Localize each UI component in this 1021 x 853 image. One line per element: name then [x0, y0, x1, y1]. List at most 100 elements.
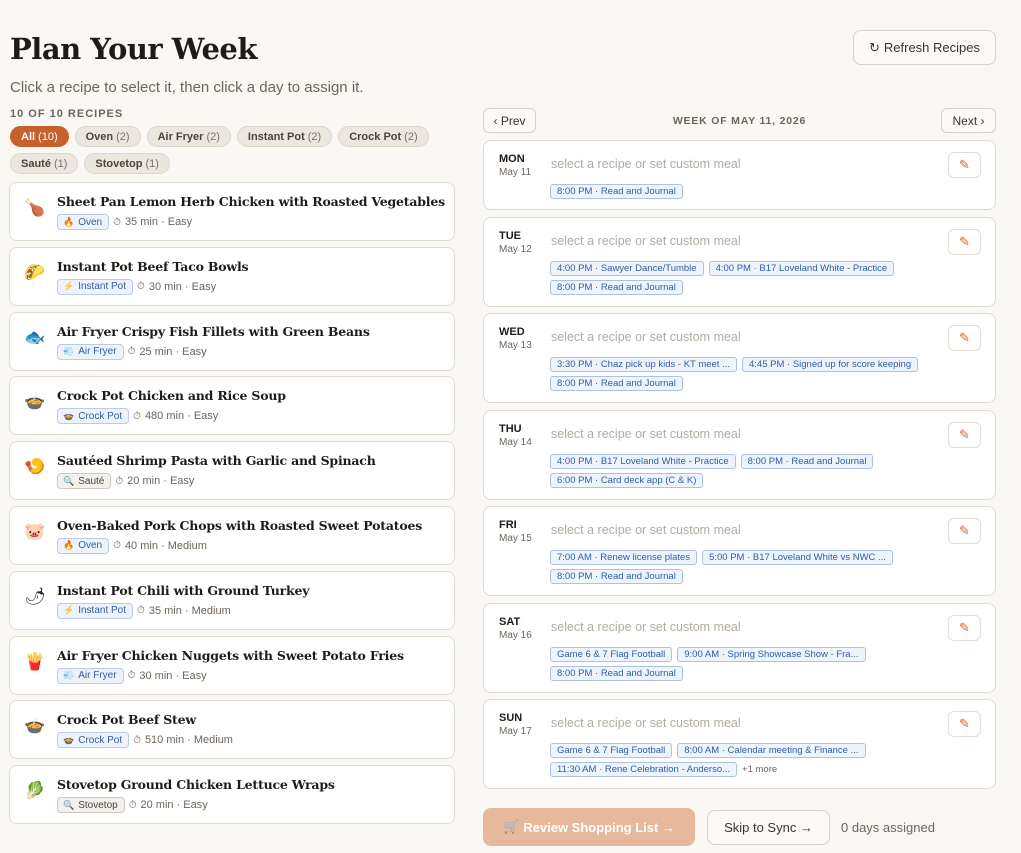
recipe-card[interactable]: 🥬 Stovetop Ground Chicken Lettuce Wraps 🔍 S… [9, 765, 455, 825]
filter-chip-all[interactable]: All (10) [10, 126, 69, 147]
method-tag: 🔍 Stovetop [57, 797, 125, 814]
recipe-time-difficulty: 20 min · Easy [140, 799, 208, 812]
recipe-card[interactable]: 🍟 Air Fryer Chicken Nuggets with Sweet Po… [9, 635, 455, 695]
recipe-time-difficulty: 20 min · Easy [127, 475, 195, 488]
filter-chip-count: (2) [307, 130, 322, 143]
meal-placeholder[interactable]: select a recipe or set custom meal [551, 157, 741, 171]
clock-icon: ⏱ [127, 346, 136, 358]
filter-chips: All (10) Oven (2) Air Fryer (2) Instant Pot (2)… [10, 126, 450, 174]
day-events: 3:30 PM · Chaz pick up kids - KT meet ..… [550, 357, 950, 391]
recipe-card[interactable]: 🍲 Crock Pot Chicken and Rice Soup 🍲 Crock P… [9, 376, 455, 436]
recipe-time-difficulty: 35 min · Easy [124, 216, 193, 228]
method-tag: 💨 Air Fryer [57, 667, 124, 684]
method-label: Instant Pot [78, 281, 127, 293]
recipe-time-difficulty: 30 min · Easy [148, 280, 217, 293]
method-label: Stovetop [78, 799, 118, 811]
method-tag: 💨 Air Fryer [57, 343, 124, 360]
shrimp-icon: 🍤 [24, 457, 46, 477]
pencil-icon: ✎ [959, 619, 970, 635]
recipe-name: Air Fryer Crispy Fish Fillets with Green… [57, 323, 370, 339]
meal-placeholder[interactable]: select a recipe or set custom meal [551, 523, 741, 537]
page-title: Plan Your Week [10, 32, 257, 66]
chili-pepper-icon: 🌶 [24, 586, 46, 606]
edit-meal-button[interactable]: ✎ [948, 152, 981, 178]
day-events: 4:00 PM · B17 Loveland White - Practice 8… [550, 453, 950, 488]
recipe-meta: ⚡ Instant Pot ⏱ 30 min · Easy [57, 278, 217, 295]
day-name: TUE [499, 229, 521, 242]
recipe-meta: 🔍 Stovetop ⏱ 20 min · Easy [57, 797, 208, 814]
method-tag: 🍲 Crock Pot [57, 408, 130, 425]
recipe-card[interactable]: 🌶 Instant Pot Chili with Ground Turkey ⚡ In… [9, 570, 455, 630]
meal-placeholder[interactable]: select a recipe or set custom meal [551, 716, 741, 730]
day-name: MON [499, 153, 525, 165]
fish-icon: 🐟 [24, 327, 46, 347]
calendar-event: 9:00 AM · Spring Showcase Show - Fra... [677, 646, 866, 662]
filter-chip-saut-[interactable]: Sauté (1) [10, 153, 79, 174]
filter-chip-crock-pot[interactable]: Crock Pot (2) [338, 126, 429, 147]
filter-chip-instant-pot[interactable]: Instant Pot (2) [236, 126, 333, 147]
calendar-event: 4:00 PM · Sawyer Dance/Tumble [550, 260, 704, 276]
edit-meal-button[interactable]: ✎ [948, 614, 981, 641]
edit-meal-button[interactable]: ✎ [948, 518, 981, 544]
recipe-card[interactable]: 🐷 Oven-Baked Pork Chops with Roasted Swee… [9, 505, 455, 565]
recipe-card[interactable]: 🐟 Air Fryer Crispy Fish Fillets with Gree… [9, 311, 455, 371]
day-card-sun[interactable]: SUN May 17 select a recipe or set custom m… [483, 699, 996, 789]
filter-chip-label: Sauté [21, 157, 51, 170]
day-card-thu[interactable]: THU May 14 select a recipe or set custom m… [483, 409, 996, 500]
filter-chip-oven[interactable]: Oven (2) [74, 126, 141, 147]
method-label: Air Fryer [78, 670, 117, 682]
day-card-mon[interactable]: MON May 11 select a recipe or set custom m… [483, 140, 996, 210]
pencil-icon: ✎ [959, 330, 970, 345]
day-name: SUN [499, 712, 523, 724]
day-date: May 13 [499, 340, 532, 351]
clock-icon: ⏱ [137, 281, 145, 293]
pencil-icon: ✎ [959, 523, 970, 538]
meal-placeholder[interactable]: select a recipe or set custom meal [551, 234, 741, 248]
pencil-icon: ✎ [959, 157, 970, 172]
edit-meal-button[interactable]: ✎ [948, 421, 981, 448]
recipe-card[interactable]: 🍗 Sheet Pan Lemon Herb Chicken with Roast… [9, 182, 455, 241]
clock-icon: ⏱ [128, 799, 137, 811]
next-week-button[interactable]: Next › [941, 108, 996, 133]
skip-to-sync-button[interactable]: Skip to Sync → [707, 810, 830, 845]
method-tag: ⚡ Instant Pot [57, 278, 134, 295]
day-name: WED [499, 326, 525, 338]
edit-meal-button[interactable]: ✎ [948, 228, 981, 255]
filter-chip-stovetop[interactable]: Stovetop (1) [84, 153, 170, 174]
refresh-label: Refresh Recipes [883, 40, 980, 55]
meal-placeholder[interactable]: select a recipe or set custom meal [551, 427, 741, 441]
clock-icon: ⏱ [115, 475, 124, 487]
recipe-card[interactable]: 🍤 Sautéed Shrimp Pasta with Garlic and Sp… [9, 441, 455, 501]
days-assigned-status: 0 days assigned [841, 820, 935, 835]
refresh-icon: ↻ [868, 39, 880, 55]
recipe-name: Oven-Baked Pork Chops with Roasted Sweet… [57, 517, 423, 533]
cart-icon: 🛒 [503, 819, 520, 834]
recipe-card[interactable]: 🍲 Crock Pot Beef Stew 🍲 Crock Pot ⏱ 510 min ·… [9, 700, 455, 760]
calendar-event: 4:45 PM · Signed up for score keeping [742, 357, 919, 372]
day-card-fri[interactable]: FRI May 15 select a recipe or set custom m… [483, 506, 996, 596]
day-name: SAT [499, 615, 521, 628]
day-date: May 15 [499, 533, 532, 544]
filter-chip-air-fryer[interactable]: Air Fryer (2) [146, 126, 231, 147]
calendar-event: 8:00 PM · Read and Journal [550, 279, 683, 295]
pencil-icon: ✎ [959, 233, 970, 249]
method-icon: 🔥 [63, 540, 75, 551]
recipe-name: Instant Pot Chili with Ground Turkey [57, 582, 310, 598]
recipe-card[interactable]: 🌮 Instant Pot Beef Taco Bowls ⚡ Instant Pot… [9, 246, 455, 306]
recipe-meta: ⚡ Instant Pot ⏱ 35 min · Medium [57, 602, 231, 619]
method-tag: ⚡ Instant Pot [57, 602, 134, 619]
review-shopping-list-button[interactable]: 🛒 Review Shopping List → [483, 808, 695, 846]
day-events: 7:00 AM · Renew license plates 5:00 PM · … [550, 550, 950, 584]
more-events-link[interactable]: +1 more [742, 762, 777, 777]
edit-meal-button[interactable]: ✎ [948, 325, 981, 351]
day-card-tue[interactable]: TUE May 12 select a recipe or set custom m… [483, 216, 996, 307]
meal-placeholder[interactable]: select a recipe or set custom meal [551, 330, 741, 344]
page-subtitle: Click a recipe to select it, then click … [10, 79, 364, 96]
day-card-sat[interactable]: SAT May 16 select a recipe or set custom m… [483, 602, 996, 693]
edit-meal-button[interactable]: ✎ [948, 711, 981, 737]
filter-chip-count: (2) [206, 130, 220, 143]
day-card-wed[interactable]: WED May 13 select a recipe or set custom m… [483, 313, 996, 403]
recipe-name: Instant Pot Beef Taco Bowls [57, 258, 249, 274]
refresh-recipes-button[interactable]: ↻ Refresh Recipes [853, 30, 996, 65]
meal-placeholder[interactable]: select a recipe or set custom meal [551, 620, 741, 634]
